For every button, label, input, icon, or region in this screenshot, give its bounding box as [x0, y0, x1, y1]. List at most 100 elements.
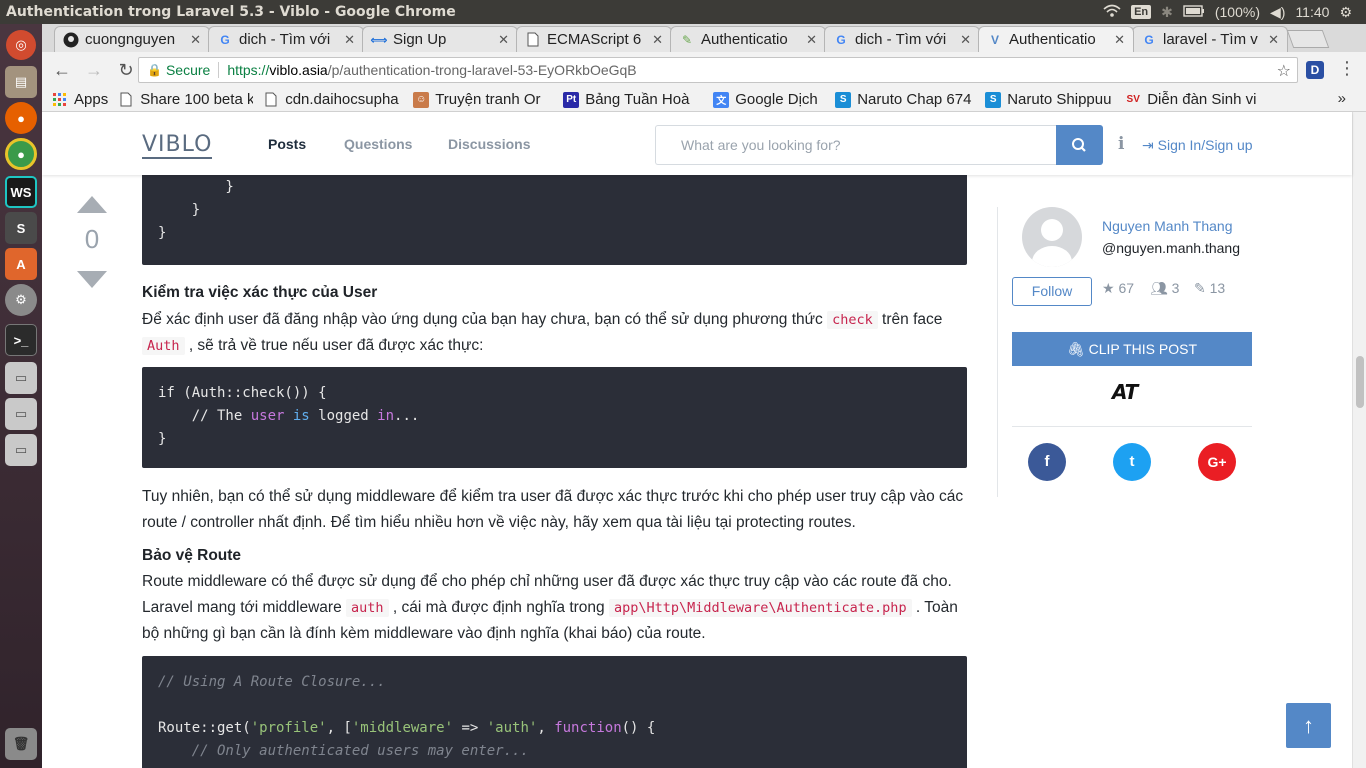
- chrome-icon[interactable]: ●: [5, 138, 37, 170]
- inline-code: auth: [346, 599, 389, 617]
- close-icon[interactable]: ✕: [960, 32, 971, 48]
- ubuntu-dash-icon[interactable]: ◎: [6, 30, 36, 60]
- bookmark-label: Naruto Shippuu: [1007, 91, 1112, 108]
- avatar[interactable]: [1022, 207, 1082, 267]
- tab[interactable]: G dich - Tìm với ✕: [824, 26, 980, 52]
- address-bar[interactable]: 🔒 Secure https://viblo.asia/p/authentica…: [138, 57, 1298, 83]
- facebook-share-icon[interactable]: f: [1028, 443, 1066, 481]
- clip-post-button[interactable]: 🖇︎ CLIP THIS POST: [1012, 332, 1252, 366]
- twitter-share-icon[interactable]: t: [1113, 443, 1151, 481]
- pencil-icon: ✎: [1194, 280, 1206, 296]
- bookmark-item[interactable]: ☺ Truyện tranh Or: [413, 91, 553, 108]
- back-to-top-button[interactable]: ↑: [1286, 703, 1331, 748]
- sign-in-link[interactable]: ⇥ Sign In/Sign up: [1142, 137, 1253, 154]
- brand-logo[interactable]: AT: [1112, 380, 1138, 404]
- webstorm-icon[interactable]: WS: [5, 176, 37, 208]
- follow-button[interactable]: Follow: [1012, 277, 1092, 306]
- trash-icon[interactable]: 🗑: [5, 728, 37, 760]
- bookmark-item[interactable]: Pt Bảng Tuần Hoà: [563, 91, 703, 108]
- terminal-icon[interactable]: >_: [5, 324, 37, 356]
- scrollbar-thumb[interactable]: [1356, 356, 1364, 408]
- close-icon[interactable]: ✕: [1268, 32, 1279, 48]
- star-icon: ★: [1102, 280, 1115, 296]
- bookmark-label: Naruto Chap 674: [857, 91, 972, 108]
- firefox-icon[interactable]: ●: [5, 102, 37, 134]
- code-line: // Using A Route Closure...: [158, 674, 386, 690]
- info-icon[interactable]: i: [1118, 134, 1124, 154]
- s-icon: S: [985, 91, 1002, 108]
- googleplus-share-icon[interactable]: G+: [1198, 443, 1236, 481]
- code-line: }: [158, 225, 167, 241]
- bookmark-item[interactable]: cdn.daihocsupha: [263, 91, 403, 108]
- search-input[interactable]: What are you looking for?: [655, 125, 1057, 165]
- viblo-icon: V: [990, 32, 999, 47]
- nav-questions[interactable]: Questions: [344, 136, 412, 152]
- section-heading: Kiểm tra việc xác thực của User: [142, 284, 378, 301]
- close-icon[interactable]: ✕: [1114, 32, 1125, 48]
- bookmark-item[interactable]: Share 100 beta k: [118, 91, 253, 108]
- gear-icon[interactable]: ⚙: [1339, 4, 1352, 21]
- battery-icon[interactable]: [1183, 4, 1205, 20]
- extension-d-icon[interactable]: D: [1306, 61, 1324, 79]
- drive-icon[interactable]: ▭: [5, 434, 37, 466]
- author-name-link[interactable]: Nguyen Manh Thang: [1102, 218, 1233, 234]
- close-icon[interactable]: ✕: [498, 32, 509, 48]
- new-tab-button[interactable]: [1286, 30, 1330, 48]
- bookmark-label: Diễn đàn Sinh vi: [1147, 91, 1257, 108]
- tab[interactable]: cuongnguyen ✕: [54, 26, 210, 52]
- software-center-icon[interactable]: A: [5, 248, 37, 280]
- forward-icon[interactable]: →: [82, 60, 106, 81]
- sublime-icon[interactable]: S: [5, 212, 37, 244]
- bookmarks-overflow-icon[interactable]: »: [1338, 90, 1346, 107]
- tab-active[interactable]: V Authenticatio ✕: [978, 26, 1134, 52]
- arrows-icon: ⟺: [370, 32, 388, 47]
- bluetooth-icon[interactable]: ✱: [1161, 4, 1173, 21]
- separator: [218, 62, 220, 78]
- close-icon[interactable]: ✕: [344, 32, 355, 48]
- tab[interactable]: G laravel - Tìm v ✕: [1132, 26, 1288, 52]
- drive-icon[interactable]: ▭: [5, 398, 37, 430]
- close-icon[interactable]: ✕: [190, 32, 201, 48]
- drive-icon[interactable]: ▭: [5, 362, 37, 394]
- files-icon[interactable]: ▤: [5, 66, 37, 98]
- vote-count: 0: [84, 224, 100, 254]
- tab[interactable]: ⟺ Sign Up ✕: [362, 26, 518, 52]
- github-icon: [63, 32, 79, 48]
- bookmark-item[interactable]: S Naruto Chap 674: [835, 91, 975, 108]
- search-button[interactable]: [1056, 125, 1103, 165]
- keyboard-language-indicator[interactable]: En: [1131, 5, 1152, 19]
- pen-icon: ✎: [681, 32, 693, 47]
- reload-icon[interactable]: ↻: [114, 60, 138, 81]
- close-icon[interactable]: ✕: [652, 32, 663, 48]
- nav-posts[interactable]: Posts: [268, 136, 306, 152]
- menu-icon[interactable]: ⋮: [1338, 58, 1356, 79]
- tab-label: laravel - Tìm v: [1163, 31, 1258, 48]
- google-icon: G: [836, 32, 846, 47]
- downvote-arrow-icon[interactable]: [77, 271, 107, 288]
- wifi-icon[interactable]: [1103, 4, 1121, 21]
- tab[interactable]: ✎ Authenticatio ✕: [670, 26, 826, 52]
- back-icon[interactable]: ←: [50, 60, 74, 81]
- bookmark-apps[interactable]: Apps: [52, 91, 108, 108]
- upvote-arrow-icon[interactable]: [77, 196, 107, 213]
- nav-discussions[interactable]: Discussions: [448, 136, 530, 152]
- bookmark-item[interactable]: SV Diễn đàn Sinh vi: [1125, 91, 1265, 108]
- google-icon: G: [1144, 32, 1154, 47]
- sidebar-divider: [1012, 426, 1252, 427]
- volume-icon[interactable]: ◀︎): [1270, 4, 1285, 21]
- url-scheme: https://: [227, 62, 270, 78]
- bookmark-star-icon[interactable]: ☆: [1277, 61, 1291, 81]
- bookmark-item[interactable]: 文 Google Dịch: [713, 91, 825, 108]
- settings-icon[interactable]: ⚙: [5, 284, 37, 316]
- scrollbar[interactable]: [1352, 112, 1366, 768]
- code-line: // The user is logged in...: [158, 408, 420, 424]
- close-icon[interactable]: ✕: [806, 32, 817, 48]
- inline-code: app\Http\Middleware\Authenticate.php: [608, 599, 912, 617]
- bookmark-item[interactable]: S Naruto Shippuu: [985, 91, 1115, 108]
- clock[interactable]: 11:40: [1295, 4, 1329, 20]
- viblo-logo[interactable]: VIBLO: [142, 132, 213, 159]
- tab[interactable]: ECMAScript 6 ✕: [516, 26, 672, 52]
- tab[interactable]: G dich - Tìm với ✕: [208, 26, 364, 52]
- bookmark-label: Truyện tranh Or: [435, 91, 541, 108]
